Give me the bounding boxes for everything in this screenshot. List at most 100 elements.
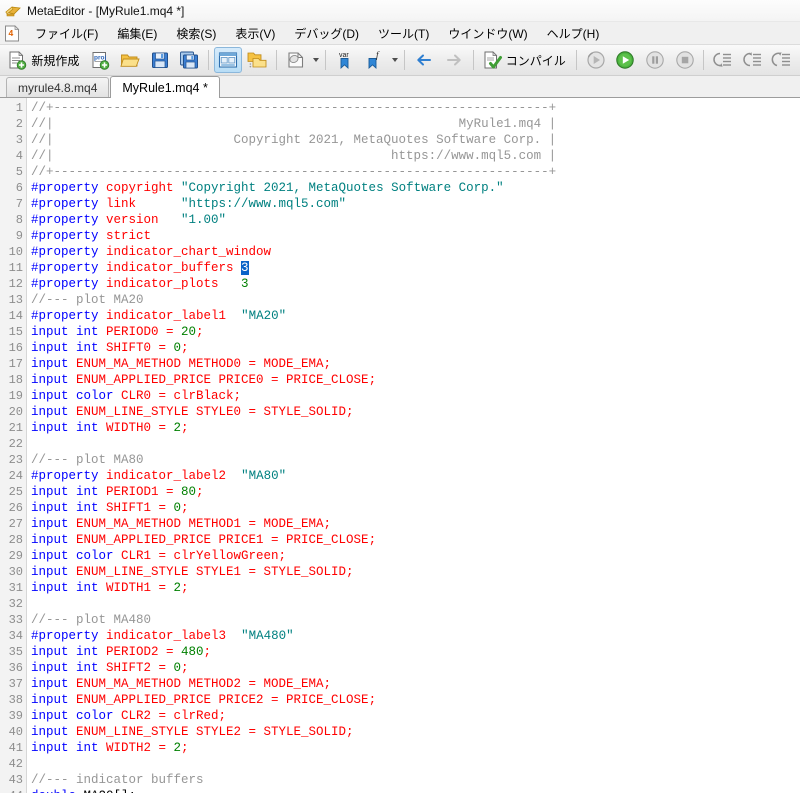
selected-text[interactable]: 3 [241,261,249,275]
code-token: ENUM_APPLIED_PRICE PRICE2 = PRICE_CLOSE; [76,693,377,707]
menu-window[interactable]: ウインドウ(W) [439,22,537,45]
code-line[interactable]: input int SHIFT1 = 0; [31,500,800,516]
stop-button[interactable] [671,47,699,73]
code-line[interactable]: //--- indicator buffers [31,772,800,788]
line-number: 6 [15,181,23,195]
code-token: ; [196,485,204,499]
code-line[interactable]: //| https://www.mql5.com | [31,148,800,164]
compile-button[interactable]: コンパイル [479,47,571,73]
code-token: 20 [181,325,197,339]
code-line[interactable]: //| MyRule1.mq4 | [31,116,800,132]
code-line[interactable]: //+-------------------------------------… [31,164,800,180]
code-line[interactable]: #property strict [31,228,800,244]
code-line[interactable]: #property indicator_label1 "MA20" [31,308,800,324]
watch-dropdown-caret[interactable] [390,48,401,72]
code-line[interactable]: input ENUM_LINE_STYLE STYLE2 = STYLE_SOL… [31,724,800,740]
menu-file[interactable]: ファイル(F) [26,22,108,45]
code-line[interactable]: input ENUM_MA_METHOD METHOD2 = MODE_EMA; [31,676,800,692]
code-token: #property [31,229,107,243]
code-line[interactable]: #property version "1.00" [31,212,800,228]
code-line[interactable]: input int WIDTH1 = 2; [31,580,800,596]
menu-help[interactable]: ヘルプ(H) [538,22,610,45]
svg-text:4: 4 [9,28,14,38]
code-line[interactable]: input ENUM_MA_METHOD METHOD0 = MODE_EMA; [31,356,800,372]
code-line[interactable]: input color CLR0 = clrBlack; [31,388,800,404]
code-line[interactable]: input int PERIOD1 = 80; [31,484,800,500]
new-project-button[interactable]: proj [87,47,115,73]
navigate-forward-button[interactable] [440,47,468,73]
code-line[interactable]: #property indicator_chart_window [31,244,800,260]
code-token: input [31,533,77,547]
code-line[interactable]: double MA20[]; [31,788,800,793]
debug-history-button[interactable] [582,47,610,73]
code-line[interactable]: //--- plot MA20 [31,292,800,308]
code-text-area[interactable]: //+-------------------------------------… [27,98,800,793]
code-token: input int [31,421,107,435]
code-line[interactable]: input int SHIFT2 = 0; [31,660,800,676]
code-line[interactable] [31,596,800,612]
code-line[interactable]: input color CLR2 = clrRed; [31,708,800,724]
code-line[interactable]: #property indicator_label3 "MA480" [31,628,800,644]
code-line[interactable]: input int WIDTH2 = 2; [31,740,800,756]
code-line[interactable]: #property copyright "Copyright 2021, Met… [31,180,800,196]
code-token: ; [181,581,189,595]
step-over-button[interactable] [739,47,767,73]
save-all-button[interactable] [175,47,203,73]
menu-edit[interactable]: 編集(E) [108,22,167,45]
code-token: input [31,357,77,371]
code-line[interactable] [31,436,800,452]
menu-debug[interactable]: デバッグ(D) [285,22,369,45]
navigate-back-button[interactable] [410,47,438,73]
code-line[interactable]: //+-------------------------------------… [31,100,800,116]
toggle-navigator-button[interactable] [213,47,242,73]
code-token: //--- plot MA480 [31,613,152,627]
menu-tools[interactable]: ツール(T) [369,22,439,45]
watch-function-button[interactable]: f [361,47,389,73]
step-into-icon [712,49,734,71]
start-button[interactable] [612,47,640,73]
open-button[interactable] [116,47,144,73]
code-line[interactable]: //--- plot MA80 [31,452,800,468]
code-line[interactable]: input ENUM_MA_METHOD METHOD1 = MODE_EMA; [31,516,800,532]
watch-variable-button[interactable]: var [331,47,359,73]
menu-view[interactable]: 表示(V) [226,22,285,45]
tab-myrule1[interactable]: MyRule1.mq4 * [110,76,220,98]
tab-myrule48[interactable]: myrule4.8.mq4 [6,77,110,97]
code-line[interactable]: input ENUM_LINE_STYLE STYLE0 = STYLE_SOL… [31,404,800,420]
step-into-button[interactable] [709,47,737,73]
line-number: 23 [8,453,23,467]
compile-check-icon [481,49,503,71]
line-number: 5 [15,165,23,179]
toggle-toolbox-button[interactable] [244,47,272,73]
code-token: ; [181,341,189,355]
code-line[interactable]: input ENUM_APPLIED_PRICE PRICE0 = PRICE_… [31,372,800,388]
code-token: input color [31,389,122,403]
code-line[interactable]: input int PERIOD2 = 480; [31,644,800,660]
paste-special-button[interactable] [282,47,310,73]
code-line[interactable]: //--- plot MA480 [31,612,800,628]
pause-button[interactable] [641,47,669,73]
code-line[interactable]: #property indicator_label2 "MA80" [31,468,800,484]
line-number: 39 [8,709,23,723]
line-number: 12 [8,277,23,291]
code-token: PERIOD0 = [106,325,182,339]
code-line[interactable]: input int SHIFT0 = 0; [31,340,800,356]
code-line[interactable]: #property indicator_plots 3 [31,276,800,292]
save-button[interactable] [146,47,174,73]
menu-search[interactable]: 検索(S) [167,22,226,45]
code-line[interactable]: #property link "https://www.mql5.com" [31,196,800,212]
paste-special-dropdown-caret[interactable] [311,48,322,72]
code-editor[interactable]: 1 2 3 4 5 6 7 8 9 10 11 12 13 14 15 16 17 18 19 20 21 22 23 24 2… [0,98,800,793]
code-line[interactable] [31,756,800,772]
code-line[interactable]: input int WIDTH0 = 2; [31,420,800,436]
code-line[interactable]: input ENUM_APPLIED_PRICE PRICE1 = PRICE_… [31,532,800,548]
code-line[interactable]: input int PERIOD0 = 20; [31,324,800,340]
step-out-button[interactable] [768,47,796,73]
code-line[interactable]: input color CLR1 = clrYellowGreen; [31,548,800,564]
code-line[interactable]: #property indicator_buffers 3 [31,260,800,276]
new-file-button[interactable]: 新規作成 [4,47,85,73]
code-line[interactable]: //| Copyright 2021, MetaQuotes Software … [31,132,800,148]
code-line[interactable]: input ENUM_LINE_STYLE STYLE1 = STYLE_SOL… [31,564,800,580]
code-line[interactable]: input ENUM_APPLIED_PRICE PRICE2 = PRICE_… [31,692,800,708]
